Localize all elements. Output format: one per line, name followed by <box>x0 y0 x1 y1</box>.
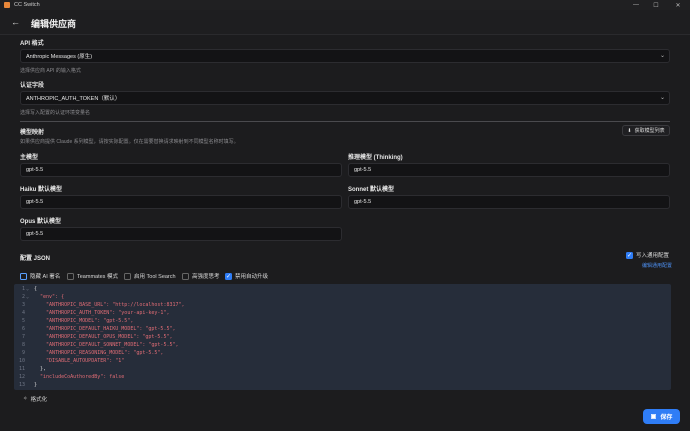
code-line: "ANTHROPIC_MODEL": "gpt-5.5", <box>34 318 134 324</box>
line-number: 8 <box>21 342 25 348</box>
code-line: "ANTHROPIC_DEFAULT_HAIKU_MODEL": "gpt-5.… <box>34 326 176 332</box>
checkbox-icon <box>182 272 189 280</box>
line-number-gutter: 1 2 3 4 5 6 7 8 9 10 11 12 13 ⌄ ⌄ <box>14 284 30 390</box>
sonnet-model-label: Sonnet 默认模型 <box>348 187 394 193</box>
option-label: 启用 Tool Search <box>134 274 176 280</box>
line-number: 5 <box>21 318 25 324</box>
save-icon: ▣ <box>650 414 657 420</box>
option-label: Teammates 模式 <box>77 274 118 280</box>
section-divider <box>20 121 670 122</box>
code-line: "DISABLE_AUTOUPDATER": "1" <box>34 358 125 364</box>
close-icon[interactable]: ✕ <box>670 0 686 10</box>
model-mapping-label: 模型映射 <box>20 130 45 136</box>
line-number: 12 <box>18 374 25 380</box>
minimize-icon[interactable]: — <box>628 0 644 10</box>
checkbox-icon <box>124 272 131 280</box>
format-button-label: 格式化 <box>30 397 48 403</box>
opus-model-input[interactable]: gpt-5.5 <box>20 227 342 241</box>
checkbox-checked-icon: ✓ <box>626 251 633 259</box>
chevron-down-icon: ⌄ <box>659 95 665 101</box>
line-number: 9 <box>21 350 25 356</box>
save-button-label: 保存 <box>660 415 673 421</box>
fetch-models-button[interactable]: ⬇ 获取模型列表 <box>622 125 670 136</box>
maximize-icon[interactable]: ☐ <box>648 0 664 10</box>
back-arrow-icon[interactable]: ← <box>11 17 21 27</box>
auth-field-value: ANTHROPIC_AUTH_TOKEN（默认） <box>26 96 121 102</box>
app-logo-icon <box>4 2 10 8</box>
option-high-thinking[interactable]: 高强度思考 <box>182 272 220 280</box>
thinking-model-label: 推理模型 (Thinking) <box>348 155 403 161</box>
api-format-select[interactable]: Anthropic Messages (原生) ⌄ <box>20 49 670 63</box>
auth-field-label: 认证字段 <box>20 83 45 89</box>
page-header: ← 编辑供应商 <box>0 10 690 35</box>
api-format-value: Anthropic Messages (原生) <box>26 54 93 60</box>
save-button[interactable]: ▣ 保存 <box>643 409 680 424</box>
line-number: 7 <box>21 334 25 340</box>
model-mapping-hint: 如果供应商提供 Claude 系列模型，请按实际配置。仅在需要替换请求映射到不同… <box>20 139 239 145</box>
opus-model-label: Opus 默认模型 <box>20 219 62 225</box>
write-common-config-checkbox[interactable]: ✓ 写入通用配置 <box>626 251 669 259</box>
code-line: "ANTHROPIC_REASONING_MODEL": "gpt-5.5", <box>34 350 164 356</box>
option-teammates-mode[interactable]: Teammates 模式 <box>67 272 118 280</box>
code-line: "ANTHROPIC_DEFAULT_OPUS_MODEL": "gpt-5.5… <box>34 334 173 340</box>
auth-field-select[interactable]: ANTHROPIC_AUTH_TOKEN（默认） ⌄ <box>20 91 670 105</box>
format-button[interactable]: ✧ 格式化 <box>23 395 47 403</box>
page-title: 编辑供应商 <box>31 19 77 29</box>
code-line: "ANTHROPIC_DEFAULT_SONNET_MODEL": "gpt-5… <box>34 342 179 348</box>
title-bar: CC Switch <box>0 0 690 10</box>
line-number: 10 <box>18 358 25 364</box>
line-number: 4 <box>21 310 25 316</box>
option-tool-search[interactable]: 启用 Tool Search <box>124 272 176 280</box>
write-common-config-label: 写入通用配置 <box>636 253 670 259</box>
config-json-label: 配置 JSON <box>20 256 51 262</box>
line-number: 11 <box>18 366 25 372</box>
line-number: 2 <box>21 294 25 300</box>
line-number: 6 <box>21 326 25 332</box>
option-hide-ai-signature[interactable]: 隐藏 AI 署名 <box>20 272 60 280</box>
option-label: 禁用自动升级 <box>235 274 269 280</box>
fold-chevron-icon[interactable]: ⌄ <box>26 286 29 292</box>
line-number: 1 <box>21 286 25 292</box>
magic-wand-icon: ✧ <box>23 396 28 402</box>
auth-field-hint: 选择写入配置的认证环境变量名 <box>20 110 91 116</box>
option-label: 高强度思考 <box>192 274 220 280</box>
json-editor[interactable]: 1 2 3 4 5 6 7 8 9 10 11 12 13 ⌄ ⌄ { "env… <box>14 284 671 390</box>
code-line: } <box>34 382 38 388</box>
haiku-model-label: Haiku 默认模型 <box>20 187 63 193</box>
option-disable-autoupdate[interactable]: ✓ 禁用自动升级 <box>225 272 268 280</box>
code-line: "includeCoAuthoredBy": false <box>34 374 125 380</box>
fetch-models-label: 获取模型列表 <box>634 128 665 134</box>
option-label: 隐藏 AI 署名 <box>30 274 61 280</box>
line-number: 13 <box>18 382 25 388</box>
chevron-down-icon: ⌄ <box>659 53 665 59</box>
main-model-input[interactable]: gpt-5.5 <box>20 163 342 177</box>
code-line: "ANTHROPIC_AUTH_TOKEN": "your-api-key-1"… <box>34 310 170 316</box>
api-format-hint: 选择供应商 API 的输入格式 <box>20 68 81 74</box>
code-line: "env": { <box>34 294 65 300</box>
code-line: }, <box>34 366 47 372</box>
sonnet-model-input[interactable]: gpt-5.5 <box>348 195 670 209</box>
thinking-model-input[interactable]: gpt-5.5 <box>348 163 670 177</box>
code-line: { <box>34 286 38 292</box>
app-title: CC Switch <box>14 2 40 8</box>
haiku-model-input[interactable]: gpt-5.5 <box>20 195 342 209</box>
checkbox-icon <box>67 272 74 280</box>
edit-common-config-link[interactable]: 编辑通用配置 <box>642 262 672 269</box>
api-format-label: API 格式 <box>20 41 44 47</box>
download-icon: ⬇ <box>627 127 632 134</box>
fold-chevron-icon[interactable]: ⌄ <box>26 294 29 300</box>
main-model-label: 主模型 <box>20 155 39 161</box>
code-line: "ANTHROPIC_BASE_URL": "http://localhost:… <box>34 302 185 308</box>
checkbox-icon <box>20 272 27 280</box>
line-number: 3 <box>21 302 25 308</box>
checkbox-checked-icon: ✓ <box>225 272 232 280</box>
